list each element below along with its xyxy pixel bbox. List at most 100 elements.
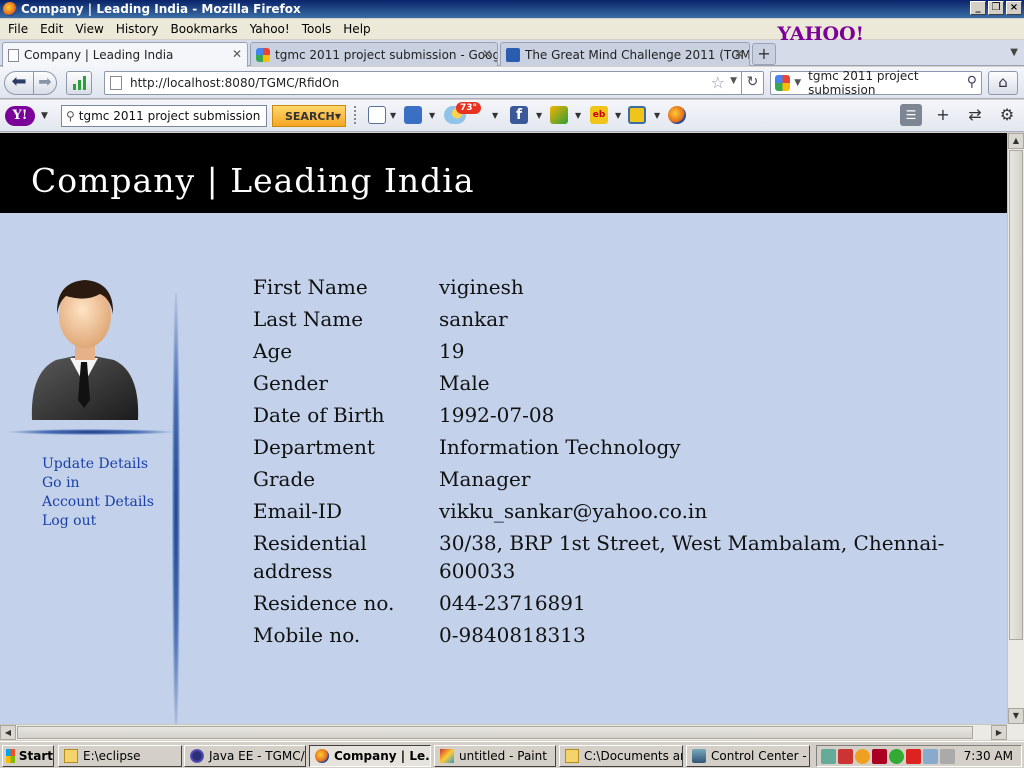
scroll-up-icon[interactable]: ▲ bbox=[1008, 133, 1024, 149]
facebook-dropdown-icon[interactable]: ▼ bbox=[536, 111, 542, 120]
antivirus-tray-icon[interactable] bbox=[838, 748, 853, 764]
reload-icon[interactable]: ↻ bbox=[741, 71, 763, 95]
notepad-dropdown-icon[interactable]: ▼ bbox=[575, 111, 581, 120]
detail-value: 1992-07-08 bbox=[439, 403, 555, 427]
site-title: Company | Leading India bbox=[31, 161, 475, 200]
bookmark-star-icon[interactable]: ☆ bbox=[711, 73, 725, 92]
horizontal-scrollbar[interactable]: ◀ ▶ bbox=[0, 724, 1007, 740]
detail-value: 19 bbox=[439, 339, 465, 363]
detail-label: Grade bbox=[253, 467, 316, 491]
scroll-down-icon[interactable]: ▼ bbox=[1008, 708, 1024, 724]
taskbar-item-paint[interactable]: untitled - Paint bbox=[434, 745, 556, 767]
scroll-left-icon[interactable]: ◀ bbox=[0, 725, 16, 740]
detail-label: Residence no. bbox=[253, 591, 395, 615]
pages-icon[interactable] bbox=[368, 106, 386, 124]
usb-tray-icon[interactable] bbox=[923, 748, 938, 764]
close-tab-icon[interactable]: ✕ bbox=[734, 47, 744, 61]
window-controls: _ ❐ × bbox=[970, 1, 1022, 15]
close-tab-icon[interactable]: ✕ bbox=[482, 47, 492, 61]
tab-title: tgmc 2011 project submission - Google S.… bbox=[275, 47, 497, 62]
gear-icon[interactable]: ⚙ bbox=[996, 104, 1018, 126]
close-tab-icon[interactable]: ✕ bbox=[232, 47, 242, 61]
list-all-tabs-icon[interactable]: ▼ bbox=[1010, 47, 1018, 58]
network-tray-icon[interactable] bbox=[821, 748, 836, 764]
google-search-engine-icon[interactable] bbox=[775, 75, 791, 91]
horizontal-scroll-thumb[interactable] bbox=[17, 726, 973, 739]
back-button[interactable]: ⬅ bbox=[4, 71, 34, 95]
account-details-link[interactable]: Account Details bbox=[42, 493, 154, 512]
url-bar[interactable]: http://localhost:8080/TGMC/RfidOn ☆ ▼ ↻ bbox=[104, 71, 764, 95]
update-details-link[interactable]: Update Details bbox=[42, 455, 154, 474]
swap-icon[interactable]: ⇄ bbox=[964, 104, 986, 126]
list-icon[interactable]: ☰ bbox=[900, 104, 922, 126]
detail-value: vikku_sankar@yahoo.co.in bbox=[439, 499, 708, 523]
log-out-link[interactable]: Log out bbox=[42, 512, 154, 531]
taskbar-item-documents[interactable]: C:\Documents an... bbox=[559, 745, 683, 767]
facebook-icon[interactable]: f bbox=[510, 106, 528, 124]
update-tray-icon[interactable] bbox=[855, 748, 870, 764]
forward-button[interactable]: ➡ bbox=[33, 71, 57, 95]
menu-bookmarks[interactable]: Bookmarks bbox=[165, 22, 244, 36]
mail-tray-icon[interactable] bbox=[872, 748, 887, 764]
ebay-icon[interactable]: eb bbox=[590, 106, 608, 124]
search-bar[interactable]: ▼ tgmc 2011 project submission ⚲ bbox=[770, 69, 982, 97]
taskbar-item-control-center[interactable]: Control Center - ... bbox=[686, 745, 810, 767]
yahoo-menu-dropdown-icon[interactable]: ▼ bbox=[41, 111, 48, 121]
vertical-scroll-thumb[interactable] bbox=[1009, 150, 1023, 640]
menu-view[interactable]: View bbox=[69, 22, 109, 36]
vertical-scrollbar[interactable]: ▲ ▼ bbox=[1007, 133, 1024, 724]
maximize-button[interactable]: ❐ bbox=[988, 1, 1004, 15]
menu-help[interactable]: Help bbox=[337, 22, 376, 36]
url-dropdown-icon[interactable]: ▼ bbox=[730, 76, 737, 86]
bookmarks-icon[interactable] bbox=[628, 106, 646, 124]
close-button[interactable]: × bbox=[1006, 1, 1022, 15]
add-icon[interactable]: + bbox=[932, 104, 954, 126]
ati-tray-icon[interactable] bbox=[906, 748, 921, 764]
detail-row-department: Department Information Technology bbox=[253, 433, 983, 461]
scroll-right-icon[interactable]: ▶ bbox=[991, 725, 1007, 740]
search-dropdown-icon[interactable]: ▼ bbox=[335, 112, 341, 121]
pages-dropdown-icon[interactable]: ▼ bbox=[390, 111, 396, 120]
status-tray-icon[interactable] bbox=[889, 748, 904, 764]
firefox-addon-icon[interactable] bbox=[668, 106, 686, 124]
tab-google-search[interactable]: tgmc 2011 project submission - Google S.… bbox=[250, 42, 498, 66]
tab-company[interactable]: Company | Leading India ✕ bbox=[2, 42, 248, 67]
start-button[interactable]: Start bbox=[2, 745, 54, 767]
minimize-button[interactable]: _ bbox=[970, 1, 986, 15]
detail-value: Information Technology bbox=[439, 435, 681, 459]
menu-file[interactable]: File bbox=[2, 22, 34, 36]
profile-details: First Name viginesh Last Name sankar Age… bbox=[253, 273, 983, 653]
bookmarks-dropdown-icon[interactable]: ▼ bbox=[654, 111, 660, 120]
ebay-dropdown-icon[interactable]: ▼ bbox=[615, 111, 621, 120]
taskbar-item-firefox[interactable]: Company | Le... bbox=[309, 745, 431, 767]
taskbar-clock: 7:30 AM bbox=[963, 749, 1013, 763]
menu-tools[interactable]: Tools bbox=[296, 22, 338, 36]
new-tab-button[interactable]: + bbox=[752, 43, 776, 65]
tab-title: Company | Leading India bbox=[24, 48, 174, 62]
weather-dropdown-icon[interactable]: ▼ bbox=[492, 111, 498, 120]
home-button[interactable]: ⌂ bbox=[988, 71, 1018, 95]
menu-history[interactable]: History bbox=[110, 22, 165, 36]
search-engine-dropdown-icon[interactable]: ▼ bbox=[794, 78, 801, 88]
go-in-link[interactable]: Go in bbox=[42, 474, 154, 493]
signal-bars-button[interactable] bbox=[66, 71, 92, 95]
tab-bar: Company | Leading India ✕ tgmc 2011 proj… bbox=[0, 40, 1024, 67]
taskbar-item-label: E:\eclipse bbox=[83, 749, 141, 763]
volume-tray-icon[interactable] bbox=[940, 748, 955, 764]
window-title-bar[interactable]: Company | Leading India - Mozilla Firefo… bbox=[0, 0, 1024, 18]
yahoo-logo-button[interactable]: Y! bbox=[5, 106, 35, 126]
notepad-icon[interactable] bbox=[550, 106, 568, 124]
search-icon[interactable]: ⚲ bbox=[967, 74, 977, 90]
mail-dropdown-icon[interactable]: ▼ bbox=[429, 111, 435, 120]
detail-row-residence-no: Residence no. 044-23716891 bbox=[253, 589, 983, 617]
yahoo-search-button[interactable]: SEARCH ▼ bbox=[272, 105, 346, 127]
tab-tgmc[interactable]: The Great Mind Challenge 2011 (TGMC 2...… bbox=[500, 42, 750, 66]
taskbar-item-eclipse-folder[interactable]: E:\eclipse bbox=[58, 745, 182, 767]
detail-label: Email-ID bbox=[253, 499, 342, 523]
menu-edit[interactable]: Edit bbox=[34, 22, 69, 36]
firefox-icon bbox=[3, 2, 17, 16]
mail-icon[interactable] bbox=[404, 106, 422, 124]
taskbar-item-java-ee[interactable]: Java EE - TGMC/... bbox=[184, 745, 306, 767]
yahoo-search-input[interactable]: ⚲ tgmc 2011 project submission bbox=[61, 105, 267, 127]
menu-yahoo[interactable]: Yahoo! bbox=[244, 22, 296, 36]
